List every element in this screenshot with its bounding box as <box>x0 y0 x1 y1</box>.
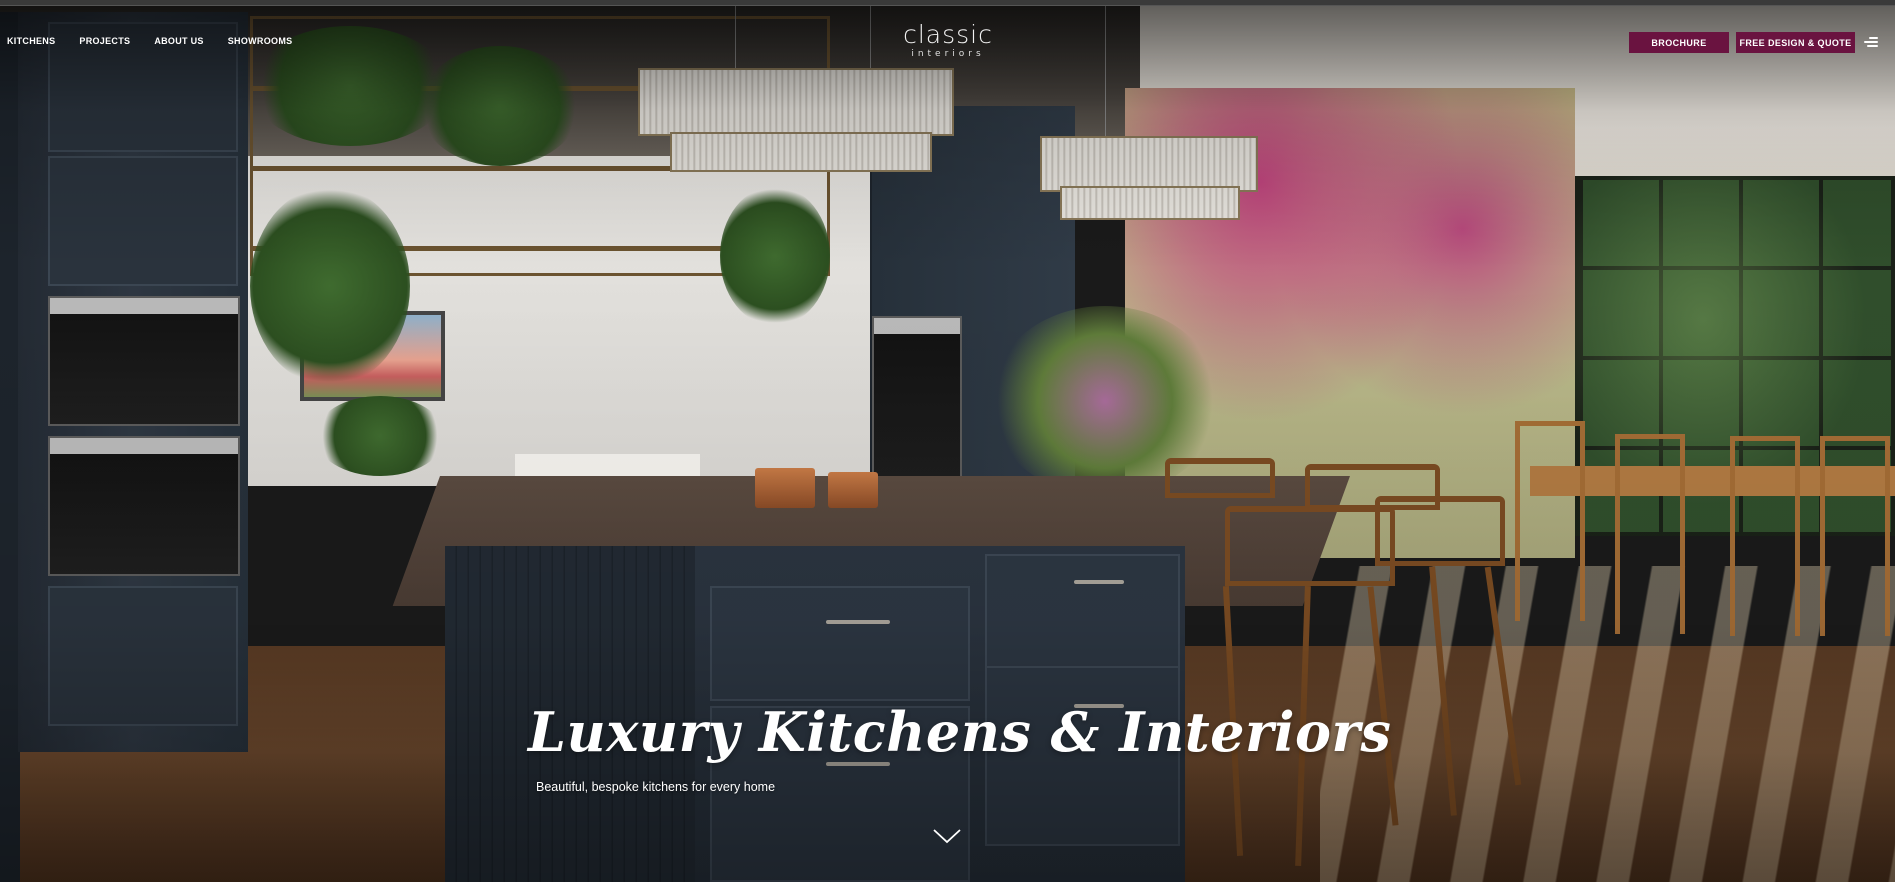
nav-link-showrooms[interactable]: SHOWROOMS <box>228 36 293 46</box>
hero-title: Luxury Kitchens & Interiors <box>528 700 1392 764</box>
brochure-button[interactable]: BROCHURE <box>1629 32 1729 53</box>
nav-link-about-us[interactable]: ABOUT US <box>154 36 203 46</box>
nav-link-kitchens[interactable]: KITCHENS <box>7 36 55 46</box>
hero-subtitle: Beautiful, bespoke kitchens for every ho… <box>536 780 776 794</box>
logo-wordmark: classic <box>903 20 993 49</box>
free-design-quote-button[interactable]: FREE DESIGN & QUOTE <box>1736 32 1855 53</box>
site-logo[interactable]: classic interiors <box>902 22 994 60</box>
menu-icon[interactable] <box>1864 36 1878 48</box>
nav-link-projects[interactable]: PROJECTS <box>79 36 130 46</box>
main-nav: KITCHENS PROJECTS ABOUT US SHOWROOMS <box>7 36 316 46</box>
chevron-down-icon[interactable] <box>933 828 961 844</box>
logo-tagline: interiors <box>911 49 985 59</box>
